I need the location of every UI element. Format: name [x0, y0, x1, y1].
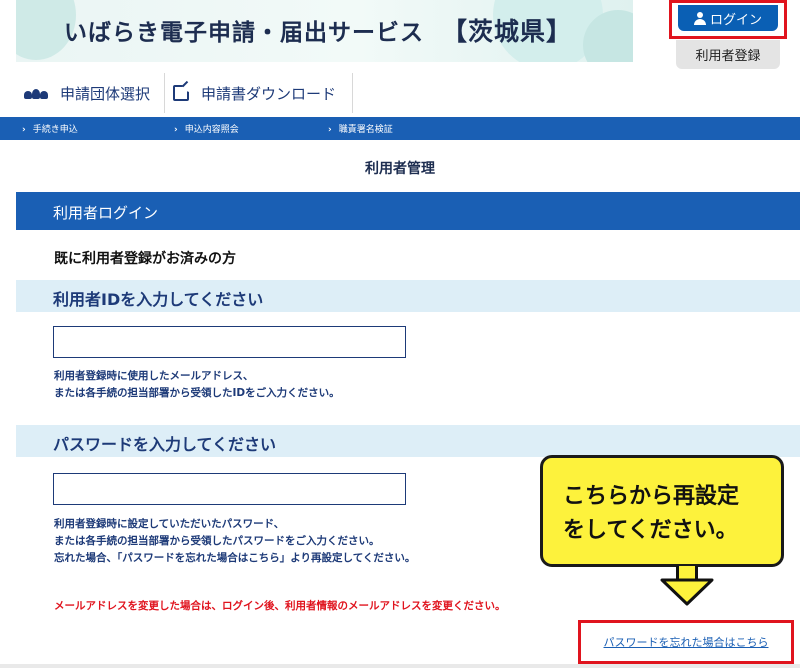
login-button-label: ログイン	[709, 12, 762, 28]
login-section-header: 利用者ログイン	[16, 192, 800, 230]
site-title[interactable]: いばらき電子申請・届出サービス 【茨城県】	[64, 12, 572, 48]
tab-organization-select-label: 申請団体選択	[60, 84, 151, 103]
tab-form-download[interactable]: 申請書ダウンロード	[165, 73, 354, 113]
login-button[interactable]: ログイン	[678, 5, 778, 31]
user-id-heading: 利用者IDを入力してください	[16, 280, 800, 312]
register-button-label: 利用者登録	[695, 49, 761, 64]
register-button[interactable]: 利用者登録	[676, 40, 780, 69]
site-banner: いばらき電子申請・届出サービス 【茨城県】	[16, 0, 633, 62]
subnav-item-signature-verify[interactable]: › 職責署名検証	[328, 122, 393, 135]
subnav-item-label: 申込内容照会	[184, 125, 239, 135]
help-line: または各手続の担当部署から受領したIDをご入力ください。	[54, 387, 340, 399]
subnav-item-inquiry[interactable]: › 申込内容照会	[174, 122, 239, 135]
help-line: 忘れた場合、「パスワードを忘れた場合はこちら」より再設定してください。	[54, 552, 416, 564]
download-form-icon	[173, 85, 190, 101]
callout-line: をしてください。	[563, 518, 738, 543]
site-prefecture: 【茨城県】	[442, 17, 573, 46]
subnav-item-apply[interactable]: › 手続き申込	[22, 122, 78, 135]
password-input[interactable]	[53, 473, 406, 505]
user-id-help: 利用者登録時に使用したメールアドレス、 または各手続の担当部署から受領したIDを…	[54, 368, 340, 402]
help-line: 利用者登録時に設定していただいたパスワード、	[54, 518, 285, 530]
tab-organization-select[interactable]: 申請団体選択	[16, 73, 166, 113]
password-help: 利用者登録時に設定していただいたパスワード、 または各手続の担当部署から受領した…	[54, 516, 415, 567]
email-change-warning: メールアドレスを変更した場合は、ログイン後、利用者情報のメールアドレスを変更くだ…	[54, 600, 506, 612]
forgot-password-highlight-box: パスワードを忘れた場合はこちら	[578, 620, 794, 664]
forgot-password-link[interactable]: パスワードを忘れた場合はこちら	[604, 634, 769, 650]
subnav-item-label: 職責署名検証	[338, 125, 393, 135]
user-icon	[693, 11, 706, 25]
callout-line: こちらから再設定	[563, 484, 740, 509]
chevron-right-icon: ›	[22, 125, 26, 135]
main-nav: 申請団体選択 申請書ダウンロード	[16, 73, 354, 113]
chevron-right-icon: ›	[328, 125, 332, 135]
help-line: または各手続の担当部署から受領したパスワードをご入力ください。	[54, 535, 380, 547]
footer-divider	[0, 664, 800, 668]
registered-user-label: 既に利用者登録がお済みの方	[54, 251, 236, 267]
people-icon	[24, 87, 48, 99]
login-highlight-box: ログイン	[669, 0, 787, 39]
subnav-item-label: 手続き申込	[32, 125, 78, 135]
page-title: 利用者管理	[365, 161, 435, 177]
sub-nav: › 手続き申込 › 申込内容照会 › 職責署名検証	[0, 117, 800, 140]
callout-annotation: こちらから再設定 をしてください。	[540, 455, 784, 567]
user-id-input[interactable]	[53, 326, 406, 358]
chevron-right-icon: ›	[174, 125, 178, 135]
password-heading: パスワードを入力してください	[16, 425, 800, 457]
site-title-text: いばらき電子申請・届出サービス	[64, 20, 424, 46]
tab-form-download-label: 申請書ダウンロード	[201, 84, 337, 103]
help-line: 利用者登録時に使用したメールアドレス、	[54, 370, 254, 382]
